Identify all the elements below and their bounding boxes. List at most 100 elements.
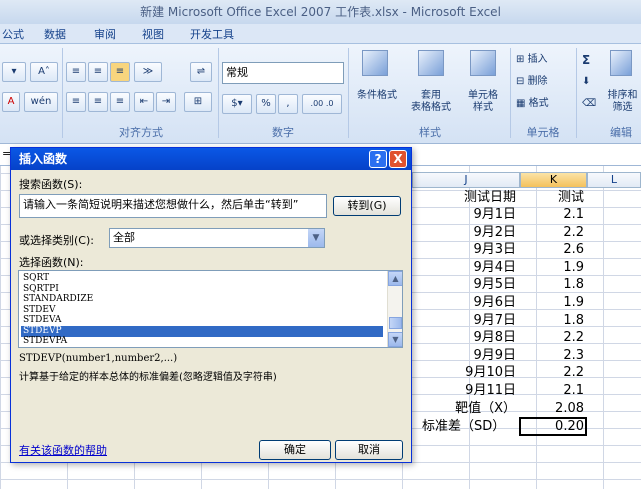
function-list-item[interactable]: STDEVPA <box>21 336 383 347</box>
percent-button[interactable]: % <box>256 94 276 114</box>
align-center-button[interactable]: ≡ <box>88 92 108 112</box>
increase-indent-button[interactable]: ⇥ <box>156 92 176 112</box>
go-button[interactable]: 转到(G) <box>333 196 401 216</box>
font-color-button[interactable]: A <box>2 92 20 112</box>
cell-target-value[interactable]: 2.08 <box>520 400 584 417</box>
function-listbox[interactable]: SQRT SQRTPI STANDARDIZE STDEV STDEVA STDEVP ST… <box>18 270 403 348</box>
group-label-number: 数字 <box>272 126 294 139</box>
wrap-text-button[interactable]: ⇌ <box>190 62 212 82</box>
autosum-button[interactable]: Σ <box>582 54 590 66</box>
align-middle-button[interactable]: ≡ <box>88 62 108 82</box>
group-separator <box>62 48 63 138</box>
scroll-thumb[interactable] <box>389 317 402 329</box>
active-cell-border <box>519 417 587 436</box>
cell-value[interactable]: 2.2 <box>520 364 584 381</box>
cancel-button[interactable]: 取消 <box>335 440 403 460</box>
cell-date[interactable]: 9月5日 <box>412 276 516 293</box>
function-list-item[interactable]: STDEVA <box>21 315 383 326</box>
category-label: 或选择类别(C): <box>19 234 94 247</box>
tab-review[interactable]: 审阅 <box>94 26 116 42</box>
tab-formulas[interactable]: 公式 <box>2 26 24 42</box>
category-value: 全部 <box>113 231 135 244</box>
cell-value[interactable]: 2.1 <box>520 382 584 399</box>
table-format-button[interactable]: 套用 表格格式 <box>402 90 460 114</box>
accounting-format-button[interactable]: $▾ <box>222 94 252 114</box>
group-separator <box>348 48 349 138</box>
align-left-button[interactable]: ≡ <box>66 92 86 112</box>
cell-value[interactable]: 1.9 <box>520 294 584 311</box>
cell-sd-label[interactable]: 标准差（SD） <box>412 418 505 435</box>
cell-value[interactable]: 2.3 <box>520 347 584 364</box>
fill-icon[interactable]: ⬇ <box>582 76 590 88</box>
function-list-item[interactable]: SQRT <box>21 273 383 284</box>
scroll-up-icon[interactable]: ▲ <box>388 271 402 286</box>
function-list-item[interactable]: STANDARDIZE <box>21 294 383 305</box>
conditional-format-icon <box>362 50 388 76</box>
cell-date[interactable]: 9月3日 <box>412 241 516 258</box>
cell-date[interactable]: 9月1日 <box>412 206 516 223</box>
merge-center-button[interactable]: ⊞ <box>184 92 212 112</box>
cell-value[interactable]: 2.2 <box>520 329 584 346</box>
window-title: 新建 Microsoft Office Excel 2007 工作表.xlsx … <box>0 0 641 24</box>
cell-date[interactable]: 9月8日 <box>412 329 516 346</box>
tab-data[interactable]: 数据 <box>44 26 66 42</box>
phonetic-button[interactable]: wén <box>24 92 58 112</box>
chevron-down-icon[interactable]: ▼ <box>308 229 324 247</box>
delete-cells-button[interactable]: ⊟ 删除 <box>516 76 548 88</box>
function-list-scrollbar[interactable]: ▲ ▼ <box>387 271 402 347</box>
cell-date[interactable]: 9月7日 <box>412 312 516 329</box>
search-function-input[interactable]: 请输入一条简短说明来描述您想做什么，然后单击“转到” <box>19 194 327 218</box>
cell-date[interactable]: 9月9日 <box>412 347 516 364</box>
group-separator <box>576 48 577 138</box>
comma-style-button[interactable]: , <box>278 94 298 114</box>
ok-button[interactable]: 确定 <box>259 440 331 460</box>
cell-k-header[interactable]: 测试 <box>520 189 584 206</box>
cell-target-label[interactable]: 靶值（X） <box>412 400 516 417</box>
cell-value[interactable]: 2.1 <box>520 206 584 223</box>
align-right-button[interactable]: ≡ <box>110 92 130 112</box>
tab-developer[interactable]: 开发工具 <box>190 26 234 42</box>
number-format-select[interactable]: 常规 <box>222 62 344 84</box>
function-list-item[interactable]: STDEVP <box>21 325 383 337</box>
column-header-l[interactable]: L <box>587 172 641 188</box>
scroll-down-icon[interactable]: ▼ <box>388 332 402 347</box>
sort-filter-icon <box>610 50 632 76</box>
format-cells-button[interactable]: ▦ 格式 <box>516 98 549 110</box>
conditional-format-button[interactable]: 条件格式 <box>352 90 402 102</box>
sort-filter-button[interactable]: 排序和 筛选 <box>604 90 641 114</box>
function-help-link[interactable]: 有关该函数的帮助 <box>19 442 107 458</box>
font-size-dropdown[interactable]: ▾ <box>2 62 26 82</box>
cell-date[interactable]: 9月10日 <box>412 364 516 381</box>
close-title-button[interactable]: X <box>389 150 407 168</box>
cell-date[interactable]: 9月11日 <box>412 382 516 399</box>
function-description: 计算基于给定的样本总体的标准偏差(忽略逻辑值及字符串) <box>19 372 277 383</box>
cell-date[interactable]: 9月4日 <box>412 259 516 276</box>
category-select[interactable]: 全部 ▼ <box>109 228 325 248</box>
clear-icon[interactable]: ⌫ <box>582 98 596 110</box>
function-list-item[interactable]: STDEV <box>21 305 383 316</box>
column-header-j[interactable]: J <box>412 172 520 188</box>
decimal-buttons[interactable]: .00 .0 <box>302 94 342 114</box>
grow-font-button[interactable]: A˄ <box>30 62 58 82</box>
format-icon: ▦ <box>516 98 529 109</box>
cell-value[interactable]: 1.9 <box>520 259 584 276</box>
cell-date[interactable]: 9月2日 <box>412 224 516 241</box>
cell-j-header[interactable]: 测试日期 <box>412 189 516 206</box>
cell-styles-button[interactable]: 单元格 样式 <box>458 90 508 114</box>
orientation-button[interactable]: ≫ <box>134 62 162 82</box>
decrease-indent-button[interactable]: ⇤ <box>134 92 154 112</box>
help-title-button[interactable]: ? <box>369 150 387 168</box>
cell-value[interactable]: 2.2 <box>520 224 584 241</box>
column-header-k[interactable]: K <box>520 172 587 188</box>
insert-cells-button[interactable]: ⊞ 插入 <box>516 54 548 66</box>
align-bottom-button[interactable]: ≡ <box>110 62 130 82</box>
cell-date[interactable]: 9月6日 <box>412 294 516 311</box>
cell-value[interactable]: 1.8 <box>520 312 584 329</box>
grow-font-icon: A <box>38 66 45 77</box>
cell-value[interactable]: 2.6 <box>520 241 584 258</box>
align-top-button[interactable]: ≡ <box>66 62 86 82</box>
function-list-item[interactable]: SQRTPI <box>21 284 383 295</box>
table-format-icon <box>418 50 444 76</box>
cell-value[interactable]: 1.8 <box>520 276 584 293</box>
tab-view[interactable]: 视图 <box>142 26 164 42</box>
